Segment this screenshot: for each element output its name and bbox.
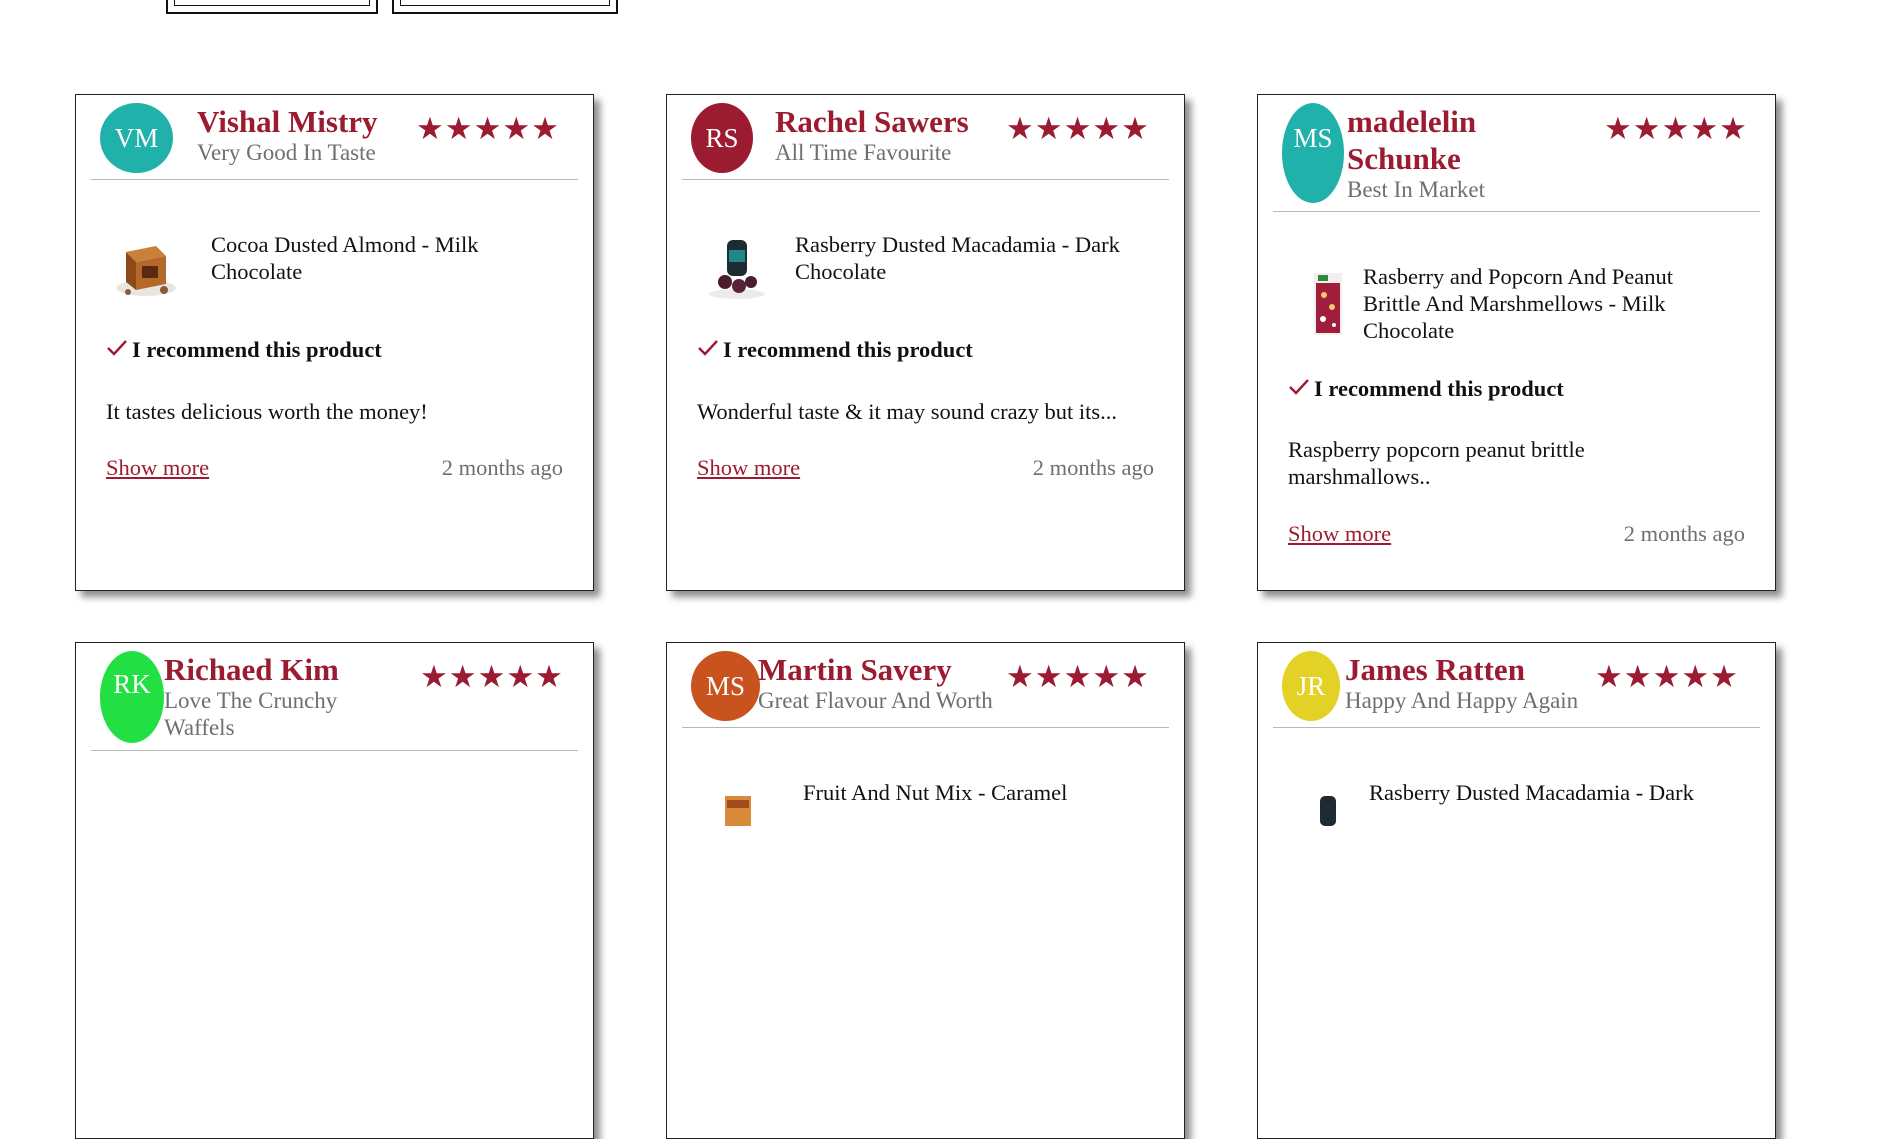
review-card: MS madelelin Schunke Best In Market ★★★★… [1257, 94, 1776, 591]
avatar: JR [1282, 651, 1340, 721]
rating-stars: ★★★★★ [1006, 659, 1150, 694]
show-more-link[interactable]: Show more [697, 455, 800, 481]
review-card: VM Vishal Mistry Very Good In Taste ★★★★… [75, 94, 594, 591]
review-date: 2 months ago [1032, 455, 1154, 480]
almond-box-image [116, 246, 176, 296]
product-title[interactable]: Rasberry Dusted Macadamia - Dark Chocola… [795, 231, 1154, 285]
review-title: Very Good In Taste [197, 140, 376, 165]
recommend-text: I recommend this product [723, 337, 973, 362]
show-more-link[interactable]: Show more [1288, 521, 1391, 547]
review-card: JR James Ratten Happy And Happy Again ★★… [1257, 642, 1776, 1139]
review-title: Love The Crunchy Waffels [164, 688, 338, 740]
check-icon [1289, 379, 1309, 395]
divider [1273, 211, 1760, 212]
rating-stars: ★★★★★ [416, 111, 560, 146]
reviewer-name: Rachel Sawers [775, 104, 969, 139]
avatar: RK [100, 651, 164, 743]
divider [1273, 727, 1760, 728]
reviewer-name: Martin Savery [758, 652, 952, 687]
macadamia-jar-image [709, 240, 765, 299]
top-button-1[interactable] [166, 0, 378, 14]
review-date: 2 months ago [441, 455, 563, 480]
review-title: Best In Market [1347, 177, 1485, 202]
avatar: VM [100, 103, 173, 173]
product-title[interactable]: Cocoa Dusted Almond - Milk Chocolate [211, 231, 553, 285]
check-icon [698, 340, 718, 356]
product-title[interactable]: Fruit And Nut Mix - Caramel [803, 779, 1154, 806]
review-title: All Time Favourite [775, 140, 952, 165]
rating-stars: ★★★★★ [1604, 111, 1748, 146]
rating-stars: ★★★★★ [420, 659, 564, 694]
divider [682, 179, 1169, 180]
recommend-line: I recommend this product [1288, 376, 1564, 402]
review-text: Wonderful taste & it may sound crazy but… [697, 399, 1117, 424]
reviewer-name: Richaed Kim [164, 652, 339, 687]
reviewer-name: madelelin Schunke [1347, 104, 1477, 176]
divider [91, 750, 578, 751]
rating-stars: ★★★★★ [1006, 111, 1150, 146]
review-date: 2 months ago [1623, 521, 1745, 546]
review-title: Happy And Happy Again [1345, 688, 1579, 713]
reviewer-name: James Ratten [1345, 652, 1525, 687]
review-card: MS Martin Savery Great Flavour And Worth… [666, 642, 1185, 1139]
check-icon [107, 340, 127, 356]
product-title[interactable]: Rasberry and Popcorn And Peanut Brittle … [1363, 263, 1720, 344]
divider [91, 179, 578, 180]
recommend-line: I recommend this product [697, 337, 973, 363]
avatar: MS [1282, 103, 1344, 203]
recommend-line: I recommend this product [106, 337, 382, 363]
review-card: RK Richaed Kim Love The Crunchy Waffels … [75, 642, 594, 1139]
rating-stars: ★★★★★ [1595, 659, 1739, 694]
review-text: Raspberry popcorn peanut brittle marshma… [1288, 437, 1585, 489]
recommend-text: I recommend this product [1314, 376, 1564, 401]
avatar: RS [691, 103, 753, 173]
recommend-text: I recommend this product [132, 337, 382, 362]
review-text: It tastes delicious worth the money! [106, 399, 428, 424]
fruit-nut-box-image [725, 796, 751, 826]
avatar: MS [691, 651, 760, 721]
product-title[interactable]: Rasberry Dusted Macadamia - Dark [1369, 779, 1745, 806]
divider [682, 727, 1169, 728]
reviewer-name: Vishal Mistry [197, 104, 378, 139]
review-title: Great Flavour And Worth [758, 688, 993, 713]
chocolate-bar-image [1314, 273, 1342, 335]
review-card: RS Rachel Sawers All Time Favourite ★★★★… [666, 94, 1185, 591]
top-button-2[interactable] [392, 0, 618, 14]
macadamia-jar-image [1320, 796, 1336, 826]
show-more-link[interactable]: Show more [106, 455, 209, 481]
